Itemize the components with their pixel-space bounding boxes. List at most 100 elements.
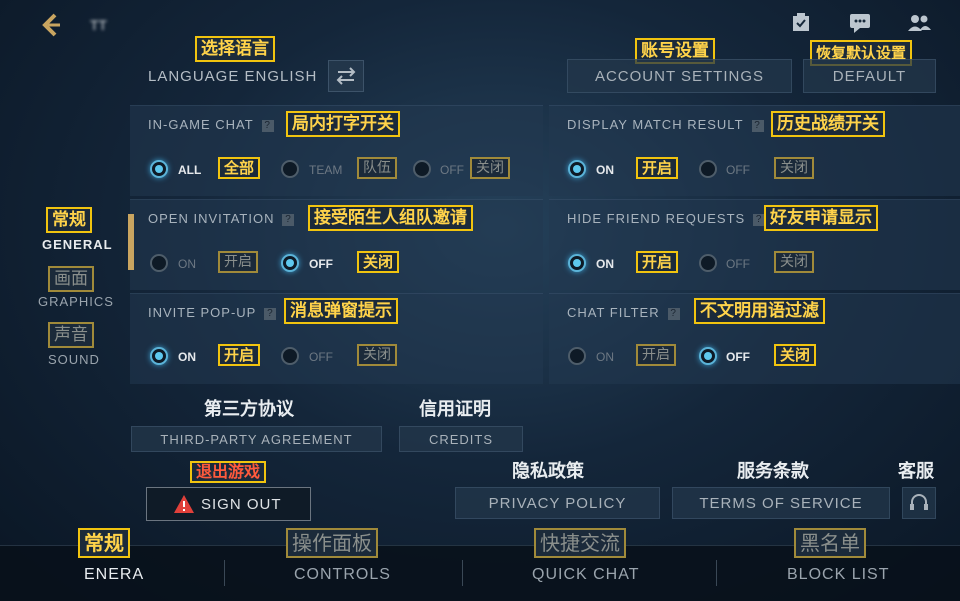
open-invitation-off-radio[interactable] bbox=[281, 254, 299, 272]
hide-friend-cn: 好友申请显示 bbox=[764, 205, 878, 231]
account-settings-button[interactable]: ACCOUNT SETTINGS bbox=[567, 59, 792, 93]
help-icon[interactable]: ? bbox=[261, 119, 274, 132]
sidenav-sound-cn: 声音 bbox=[48, 322, 94, 348]
tab-divider bbox=[224, 560, 225, 586]
hide-friend-on-cn: 开启 bbox=[636, 251, 679, 273]
third-party-agreement-button[interactable]: THIRD-PARTY AGREEMENT bbox=[131, 426, 382, 452]
display-match-label: DISPLAY MATCH RESULT? bbox=[567, 117, 764, 132]
hide-friend-off-cn: 关闭 bbox=[774, 251, 814, 273]
display-match-on-cn: 开启 bbox=[636, 157, 679, 179]
default-button[interactable]: DEFAULT bbox=[803, 59, 936, 93]
ingame-chat-label: IN-GAME CHAT? bbox=[148, 117, 274, 132]
invite-popup-off-label: OFF bbox=[309, 350, 333, 364]
sidenav-general-cn: 常规 bbox=[46, 207, 92, 233]
tab-controls-label: CONTROLS bbox=[294, 566, 391, 583]
sign-out-label: SIGN OUT bbox=[201, 496, 282, 513]
tab-block-list-label: BLOCK LIST bbox=[787, 566, 890, 583]
privacy-policy-button[interactable]: PRIVACY POLICY bbox=[455, 487, 660, 519]
sidenav-sound[interactable]: 声音 SOUND bbox=[36, 320, 126, 370]
open-invitation-on-label: ON bbox=[178, 257, 196, 271]
ingame-chat-team-radio[interactable] bbox=[281, 160, 299, 178]
help-icon[interactable]: ? bbox=[667, 307, 680, 320]
chat-filter-cn: 不文明用语过滤 bbox=[694, 298, 825, 324]
support-button[interactable] bbox=[902, 487, 936, 519]
display-match-cn: 历史战绩开关 bbox=[771, 111, 885, 137]
display-match-off-label: OFF bbox=[726, 163, 750, 177]
invite-popup-off-cn: 关闭 bbox=[357, 344, 397, 366]
sidenav-graphics[interactable]: 画面 GRAPHICS bbox=[36, 262, 126, 312]
ingame-chat-team-label: TEAM bbox=[309, 163, 343, 177]
ingame-chat-cn: 局内打字开关 bbox=[286, 111, 400, 137]
tab-general-cn: 常规 bbox=[78, 528, 130, 558]
invite-popup-off-radio[interactable] bbox=[281, 347, 299, 365]
open-invitation-off-cn: 关闭 bbox=[357, 251, 400, 273]
tab-divider bbox=[716, 560, 717, 586]
invite-popup-cn: 消息弹窗提示 bbox=[284, 298, 398, 324]
chat-filter-on-cn: 开启 bbox=[636, 344, 676, 366]
open-invitation-on-radio[interactable] bbox=[150, 254, 168, 272]
privacy-cn: 隐私政策 bbox=[512, 461, 584, 482]
ingame-chat-off-cn: 关闭 bbox=[470, 157, 510, 179]
tab-quick-chat-label: QUICK CHAT bbox=[532, 566, 640, 583]
third-party-cn: 第三方协议 bbox=[204, 399, 294, 420]
sidenav-graphics-cn: 画面 bbox=[48, 266, 94, 292]
chat-filter-on-label: ON bbox=[596, 350, 614, 364]
language-swap-button[interactable] bbox=[328, 60, 364, 92]
chat-filter-label: CHAT FILTER? bbox=[567, 305, 680, 320]
tab-divider bbox=[462, 560, 463, 586]
chat-filter-off-radio[interactable] bbox=[699, 347, 717, 365]
headset-icon bbox=[910, 494, 928, 510]
display-match-on-radio[interactable] bbox=[568, 160, 586, 178]
terms-cn: 服务条款 bbox=[737, 461, 809, 482]
invite-popup-on-cn: 开启 bbox=[218, 344, 261, 366]
ingame-chat-off-label: OFF bbox=[440, 163, 464, 177]
display-match-on-label: ON bbox=[596, 163, 614, 177]
sidenav-general-active-indicator bbox=[128, 214, 134, 270]
chat-filter-off-label: OFF bbox=[726, 350, 750, 364]
ingame-chat-all-radio[interactable] bbox=[150, 160, 168, 178]
hide-friend-label: HIDE FRIEND REQUESTS? bbox=[567, 211, 766, 226]
tab-quick-chat-cn: 快捷交流 bbox=[534, 528, 626, 558]
swap-icon bbox=[336, 67, 356, 85]
sidenav-general[interactable]: 常规 GENERAL bbox=[36, 205, 126, 255]
chat-filter-off-cn: 关闭 bbox=[774, 344, 817, 366]
language-cn-label: 选择语言 bbox=[195, 36, 275, 62]
hide-friend-on-radio[interactable] bbox=[568, 254, 586, 272]
tab-controls-cn: 操作面板 bbox=[286, 528, 378, 558]
help-icon[interactable]: ? bbox=[264, 307, 277, 320]
help-icon[interactable]: ? bbox=[751, 119, 764, 132]
back-button[interactable] bbox=[36, 10, 66, 40]
tab-block-list[interactable]: 黑名单 BLOCK LIST bbox=[770, 528, 930, 598]
ingame-chat-team-cn: 队伍 bbox=[357, 157, 397, 179]
language-label: LANGUAGE ENGLISH bbox=[148, 68, 318, 85]
help-icon[interactable]: ? bbox=[282, 213, 295, 226]
sign-out-button[interactable]: SIGN OUT bbox=[146, 487, 311, 521]
open-invitation-cn: 接受陌生人组队邀请 bbox=[308, 205, 473, 231]
window-title: TT bbox=[90, 17, 108, 33]
chat-filter-on-radio[interactable] bbox=[568, 347, 586, 365]
open-invitation-on-cn: 开启 bbox=[218, 251, 258, 273]
credits-button[interactable]: CREDITS bbox=[399, 426, 523, 452]
tab-controls[interactable]: 操作面板 CONTROLS bbox=[270, 528, 430, 598]
sidenav-graphics-label: GRAPHICS bbox=[38, 294, 114, 309]
mission-icon[interactable] bbox=[790, 12, 812, 34]
sign-out-cn: 退出游戏 bbox=[190, 461, 267, 483]
tab-quick-chat[interactable]: 快捷交流 QUICK CHAT bbox=[520, 528, 680, 598]
hide-friend-off-radio[interactable] bbox=[699, 254, 717, 272]
friends-icon[interactable] bbox=[906, 12, 932, 34]
tab-general[interactable]: 常规 ENERA bbox=[60, 528, 200, 598]
hide-friend-off-label: OFF bbox=[726, 257, 750, 271]
back-arrow-icon bbox=[42, 13, 60, 37]
terms-of-service-button[interactable]: TERMS OF SERVICE bbox=[672, 487, 890, 519]
tab-block-list-cn: 黑名单 bbox=[794, 528, 866, 558]
invite-popup-on-label: ON bbox=[178, 350, 196, 364]
ingame-chat-all-cn: 全部 bbox=[218, 157, 261, 179]
invite-popup-on-radio[interactable] bbox=[150, 347, 168, 365]
tab-general-label: ENERA bbox=[84, 566, 145, 583]
ingame-chat-off-radio[interactable] bbox=[413, 160, 431, 178]
chat-icon[interactable] bbox=[848, 12, 872, 34]
open-invitation-off-label: OFF bbox=[309, 257, 333, 271]
display-match-off-radio[interactable] bbox=[699, 160, 717, 178]
invite-popup-label: INVITE POP-UP? bbox=[148, 305, 277, 320]
ingame-chat-all-label: ALL bbox=[178, 163, 202, 177]
